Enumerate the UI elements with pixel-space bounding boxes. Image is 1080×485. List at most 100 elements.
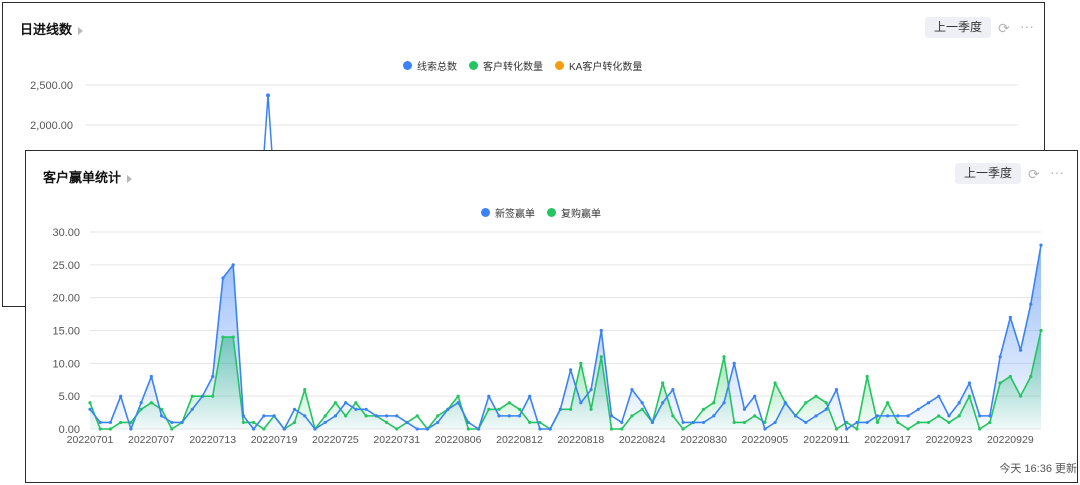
data-point (528, 394, 532, 398)
x-tick-label: 20220719 (251, 434, 298, 446)
data-point (998, 381, 1002, 385)
data-point (661, 401, 665, 405)
data-point (548, 427, 552, 431)
data-point (967, 394, 972, 398)
data-point (620, 420, 624, 425)
x-tick-label: 20220929 (987, 434, 1034, 446)
data-point (926, 401, 931, 405)
data-point (149, 401, 153, 405)
data-point (1029, 374, 1033, 379)
data-point (886, 401, 890, 405)
data-point (88, 407, 92, 411)
data-point (589, 407, 593, 411)
data-point (272, 414, 276, 418)
data-point (108, 427, 113, 431)
data-point (978, 414, 982, 418)
data-point (896, 420, 900, 425)
x-tick-label: 20220830 (680, 434, 727, 446)
data-point (354, 401, 358, 405)
x-tick-label: 20220812 (496, 434, 543, 446)
data-point (957, 414, 961, 418)
data-point (262, 414, 266, 418)
data-point (609, 414, 614, 418)
data-point (599, 328, 603, 333)
data-point (558, 407, 562, 411)
data-point (937, 414, 941, 418)
data-point (517, 407, 522, 411)
data-point (701, 420, 706, 425)
data-point (947, 420, 951, 425)
data-point (609, 427, 614, 431)
data-point (978, 427, 982, 431)
data-point (395, 414, 399, 418)
data-point (814, 394, 818, 398)
data-point (1029, 302, 1033, 306)
data-point (292, 407, 297, 411)
data-point (630, 414, 634, 418)
data-point (344, 401, 348, 405)
data-point (763, 427, 767, 431)
data-point (896, 414, 900, 418)
data-point (998, 355, 1002, 359)
data-point (211, 394, 215, 398)
data-point (466, 427, 470, 431)
data-point (384, 420, 389, 425)
data-point (98, 420, 102, 425)
data-point (456, 394, 460, 398)
x-tick-label: 20220911 (803, 434, 849, 446)
data-point (681, 420, 685, 425)
data-point (845, 427, 849, 431)
data-point (589, 388, 593, 392)
data-point (579, 401, 583, 405)
data-point (875, 414, 879, 418)
data-point (252, 427, 256, 431)
data-point (732, 361, 736, 365)
data-point (1039, 328, 1043, 333)
data-point (834, 388, 839, 392)
data-point (252, 420, 256, 425)
card-customer-wins: 客户赢单统计 上一季度 ⟳ ··· 新签赢单 复购赢单 30.00 25.00 20.… (25, 150, 1078, 483)
data-point (875, 420, 879, 425)
y-tick-label: 20.00 (52, 293, 80, 305)
data-point (241, 420, 245, 425)
data-point (425, 427, 430, 431)
data-point (722, 355, 726, 359)
data-point (957, 401, 961, 405)
data-point (333, 401, 338, 405)
data-point (344, 414, 348, 418)
gridlines (85, 84, 1018, 126)
data-point (671, 414, 675, 418)
y-tick-label: 5.00 (59, 391, 80, 403)
data-point (671, 388, 675, 392)
data-point (834, 427, 839, 431)
data-point (937, 394, 941, 398)
data-point (415, 414, 419, 418)
data-point (599, 355, 603, 359)
data-point (967, 381, 972, 385)
data-point (139, 401, 143, 405)
data-point (364, 414, 368, 418)
data-point (497, 407, 501, 411)
data-point (1008, 374, 1012, 379)
data-point (231, 263, 235, 267)
data-point (640, 407, 644, 411)
data-point (266, 93, 270, 98)
data-point (804, 401, 808, 405)
data-point (241, 414, 245, 418)
data-point (865, 420, 869, 425)
data-point (824, 401, 828, 405)
data-point (436, 420, 440, 425)
data-point (170, 427, 174, 431)
data-point (507, 414, 511, 418)
data-point (579, 361, 583, 365)
data-point (916, 407, 920, 411)
x-tick-label: 20220917 (864, 434, 911, 446)
data-point (783, 401, 787, 405)
data-point (180, 420, 184, 425)
data-point (211, 374, 215, 379)
update-timestamp: 今天 16:36 更新 (999, 463, 1077, 475)
data-point (988, 420, 992, 425)
data-point (988, 414, 992, 418)
data-point (538, 427, 542, 431)
x-tick-label: 20220731 (373, 434, 420, 446)
